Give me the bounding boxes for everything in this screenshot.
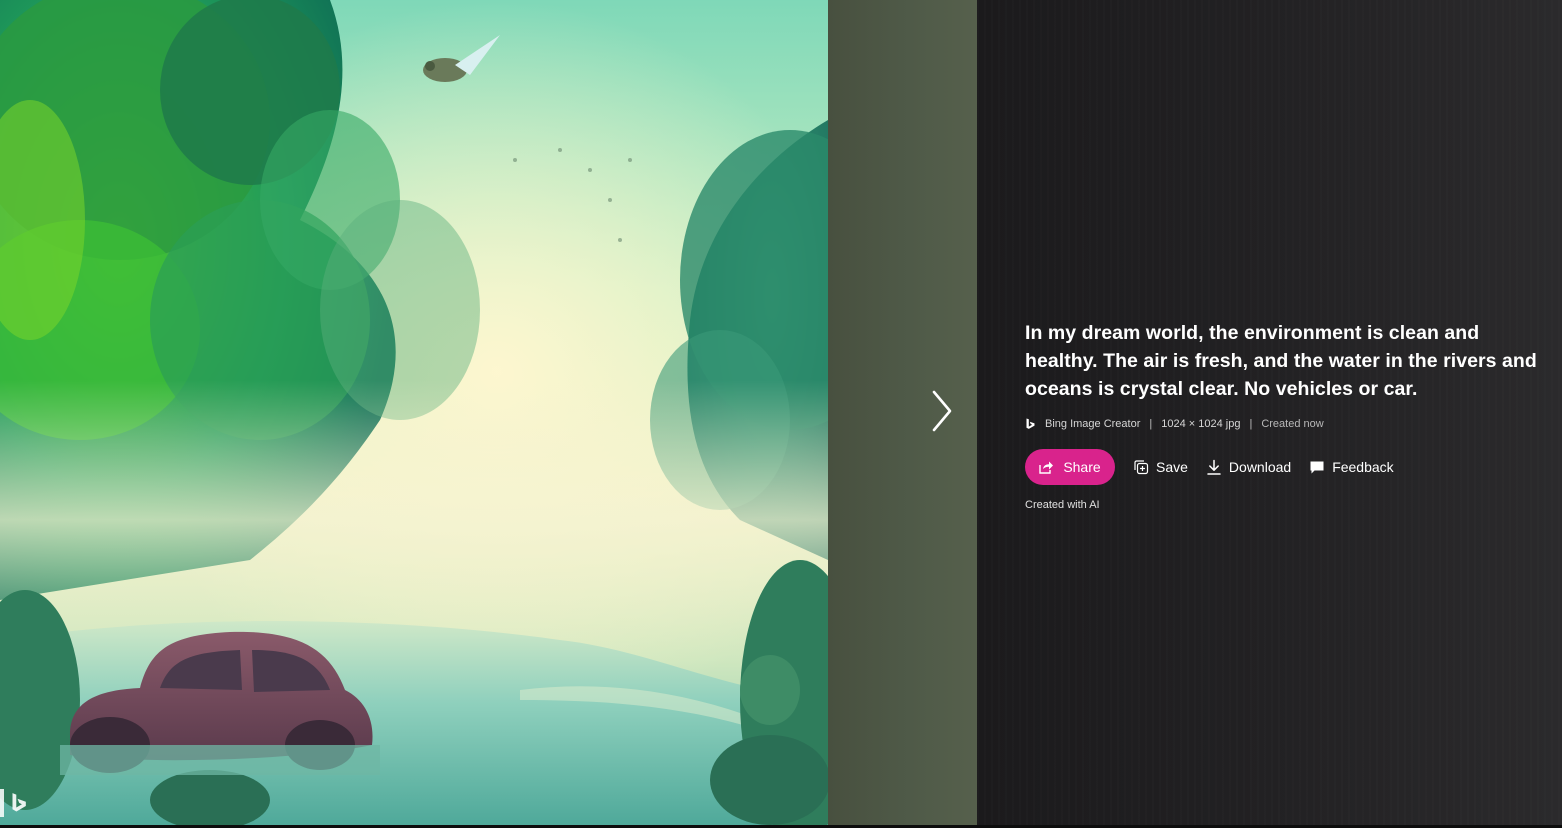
dream-world-illustration [0, 0, 828, 825]
feedback-button[interactable]: Feedback [1309, 459, 1394, 475]
next-image-button[interactable] [925, 388, 959, 434]
download-button[interactable]: Download [1206, 459, 1291, 476]
collection-add-icon [1134, 460, 1149, 475]
meta-separator: | [1249, 418, 1253, 430]
created-time: Created now [1261, 418, 1324, 430]
download-label: Download [1228, 459, 1292, 475]
details-panel [977, 0, 1562, 825]
download-icon [1207, 459, 1221, 475]
bing-icon [12, 793, 26, 812]
share-label: Share [1063, 459, 1101, 475]
chevron-right-icon [932, 390, 952, 432]
meta-separator: | [1149, 418, 1153, 430]
share-button[interactable]: Share [1025, 449, 1115, 485]
watermark-edge [0, 789, 4, 817]
feedback-icon [1310, 461, 1324, 474]
share-icon [1039, 461, 1054, 474]
image-prompt-title: In my dream world, the environment is cl… [1025, 322, 1537, 400]
feedback-label: Feedback [1332, 459, 1394, 475]
source-label[interactable]: Bing Image Creator [1045, 418, 1140, 430]
image-dimensions: 1024 × 1024 jpg [1161, 418, 1241, 430]
action-bar: Share Save Download Feedback [1025, 449, 1394, 485]
save-label: Save [1156, 459, 1188, 475]
bing-icon [1026, 418, 1035, 429]
image-meta: Bing Image Creator | 1024 × 1024 jpg | C… [1025, 416, 1324, 432]
ai-disclaimer: Created with AI [1025, 499, 1100, 511]
generated-image[interactable] [0, 0, 828, 825]
save-button[interactable]: Save [1133, 459, 1188, 475]
